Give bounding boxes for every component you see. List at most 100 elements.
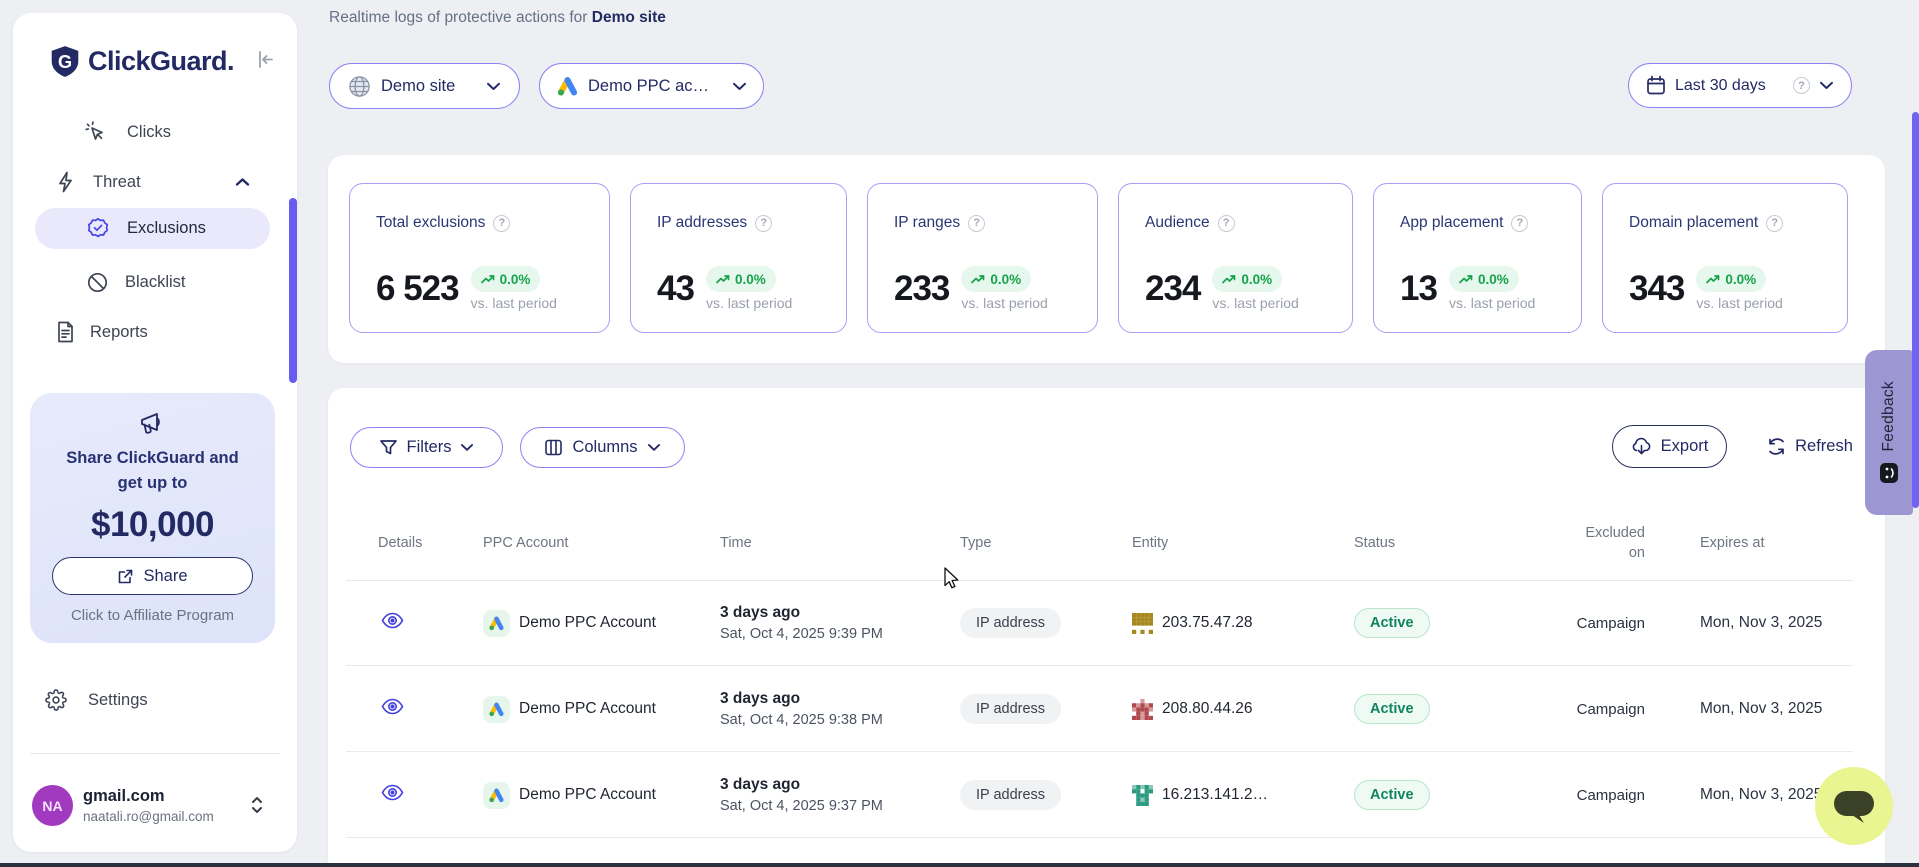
- help-icon[interactable]: ?: [1511, 215, 1528, 232]
- trend-period: vs. last period: [1212, 295, 1298, 311]
- refresh-icon: [1767, 437, 1786, 456]
- document-icon: [55, 321, 76, 343]
- sidebar-item-exclusions[interactable]: Exclusions: [13, 208, 297, 248]
- help-icon[interactable]: ?: [1218, 215, 1235, 232]
- sidebar-item-threat[interactable]: Threat: [13, 162, 297, 202]
- trend-value: 0.0%: [990, 272, 1021, 287]
- view-details-eye-icon[interactable]: [381, 784, 404, 801]
- sidebar-item-blacklist[interactable]: Blacklist: [13, 262, 297, 302]
- col-header-expires-at: Expires at: [1700, 535, 1885, 551]
- entity-identicon: [1132, 785, 1153, 806]
- trending-up-icon: [971, 274, 985, 285]
- stat-card: IP ranges? 233 0.0% vs. last period: [867, 183, 1098, 333]
- promo-line2: get up to: [118, 474, 188, 492]
- expires-at-value: Mon, Nov 3, 2025: [1700, 614, 1885, 632]
- stat-card: Domain placement? 343 0.0% vs. last peri…: [1602, 183, 1848, 333]
- trend-value: 0.0%: [1725, 272, 1756, 287]
- entity-value: 16.213.141.2…: [1162, 786, 1268, 804]
- sidebar-divider: [30, 753, 280, 754]
- clickguard-shield-icon: G: [50, 45, 80, 78]
- status-badge: Active: [1354, 694, 1430, 724]
- col-header-entity: Entity: [1132, 535, 1354, 551]
- trending-up-icon: [716, 274, 730, 285]
- type-chip: IP address: [960, 694, 1061, 724]
- stat-card-title: Total exclusions: [376, 214, 485, 232]
- help-icon[interactable]: ?: [1793, 77, 1810, 94]
- chevron-down-icon: [460, 443, 474, 452]
- share-button[interactable]: Share: [52, 557, 253, 595]
- stat-card-title: App placement: [1400, 214, 1503, 232]
- trend-badge: 0.0%: [1212, 266, 1282, 292]
- ppc-account-name: Demo PPC Account: [519, 614, 656, 632]
- columns-label: Columns: [572, 438, 637, 457]
- view-details-eye-icon[interactable]: [381, 698, 404, 715]
- chat-bubble-icon: [1831, 787, 1877, 825]
- time-relative: 3 days ago: [720, 604, 960, 622]
- help-icon[interactable]: ?: [968, 215, 985, 232]
- sidebar-item-reports[interactable]: Reports: [13, 312, 297, 352]
- affiliate-link[interactable]: Click to Affiliate Program: [30, 607, 275, 624]
- refresh-button[interactable]: Refresh: [1750, 425, 1870, 468]
- google-ads-icon: [556, 75, 579, 98]
- trend-period: vs. last period: [961, 295, 1047, 311]
- window-bottom-edge: [0, 863, 1919, 867]
- sidebar-item-settings[interactable]: Settings: [45, 689, 148, 711]
- stat-card-value: 13: [1400, 269, 1437, 309]
- stat-card-title: Audience: [1145, 214, 1210, 232]
- trend-period: vs. last period: [1696, 295, 1782, 311]
- stats-panel: Total exclusions? 6 523 0.0% vs. last pe…: [328, 155, 1885, 363]
- help-icon[interactable]: ?: [493, 215, 510, 232]
- user-name: gmail.com: [83, 787, 214, 806]
- external-link-icon: [117, 568, 134, 585]
- filters-button[interactable]: Filters: [350, 427, 503, 468]
- view-details-eye-icon[interactable]: [381, 612, 404, 629]
- gear-icon: [45, 689, 67, 711]
- stat-card: Total exclusions? 6 523 0.0% vs. last pe…: [349, 183, 610, 333]
- sidebar-item-label: Exclusions: [127, 219, 206, 238]
- calendar-icon: [1646, 75, 1666, 96]
- stat-card-value: 233: [894, 269, 949, 309]
- export-label: Export: [1661, 437, 1709, 456]
- feedback-tab[interactable]: Feedback: [1865, 350, 1913, 515]
- trend-badge: 0.0%: [706, 266, 776, 292]
- sidebar-collapse-icon[interactable]: [254, 48, 277, 71]
- time-exact: Sat, Oct 4, 2025 9:39 PM: [720, 626, 960, 642]
- ppc-account-value: Demo PPC ac…: [588, 77, 709, 96]
- page-scrollbar[interactable]: [1912, 112, 1919, 508]
- export-button[interactable]: Export: [1612, 425, 1727, 468]
- time-relative: 3 days ago: [720, 776, 960, 794]
- feedback-smiley-icon: [1878, 462, 1900, 484]
- ppc-account-name: Demo PPC Account: [519, 700, 656, 718]
- entity-value: 203.75.47.28: [1162, 614, 1253, 632]
- stat-card-value: 6 523: [376, 269, 459, 309]
- chevron-down-icon: [647, 443, 661, 452]
- help-icon[interactable]: ?: [755, 215, 772, 232]
- chevron-up-icon[interactable]: [235, 177, 250, 187]
- trend-period: vs. last period: [471, 295, 557, 311]
- share-button-label: Share: [143, 567, 187, 586]
- chat-widget-button[interactable]: [1815, 767, 1893, 845]
- trend-badge: 0.0%: [1696, 266, 1766, 292]
- site-selector[interactable]: Demo site: [329, 63, 520, 109]
- user-account[interactable]: NA gmail.com naatali.ro@gmail.com: [32, 785, 214, 826]
- page-subtitle: Realtime logs of protective actions for …: [329, 9, 666, 27]
- trend-value: 0.0%: [1478, 272, 1509, 287]
- sidebar-scrollbar[interactable]: [289, 198, 297, 383]
- avatar: NA: [32, 785, 73, 826]
- ppc-account-name: Demo PPC Account: [519, 786, 656, 804]
- help-icon[interactable]: ?: [1766, 215, 1783, 232]
- ppc-account-selector[interactable]: Demo PPC ac…: [539, 63, 764, 109]
- google-ads-icon: [483, 782, 510, 809]
- columns-button[interactable]: Columns: [520, 427, 685, 468]
- filter-funnel-icon: [379, 438, 398, 457]
- status-badge: Active: [1354, 608, 1430, 638]
- chevron-down-icon: [732, 82, 747, 91]
- affiliate-promo-card[interactable]: Share ClickGuard andget up to $10,000 Sh…: [30, 393, 275, 643]
- table-row: Demo PPC Account 3 days ago Sat, Oct 4, …: [328, 752, 1885, 838]
- select-chevrons-icon: [250, 795, 264, 815]
- sidebar-item-clicks[interactable]: Clicks: [13, 112, 297, 152]
- date-range-selector[interactable]: Last 30 days ?: [1628, 63, 1852, 108]
- trending-up-icon: [1706, 274, 1720, 285]
- logo[interactable]: G ClickGuard.: [50, 45, 234, 78]
- trending-up-icon: [1222, 274, 1236, 285]
